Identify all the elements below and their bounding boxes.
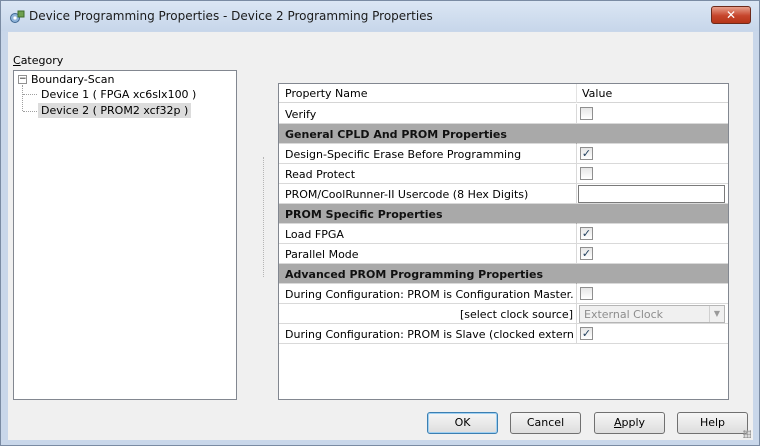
- tree-connector: [22, 85, 23, 111]
- property-name: Parallel Mode: [285, 248, 359, 261]
- column-divider[interactable]: [576, 84, 577, 103]
- property-name: During Configuration: PROM is Slave (clo…: [285, 328, 573, 341]
- property-row[interactable]: PROM/CoolRunner-II Usercode (8 Hex Digit…: [279, 184, 728, 204]
- column-header-property-name[interactable]: Property Name: [285, 87, 368, 100]
- property-name: Read Protect: [285, 168, 356, 181]
- apply-button[interactable]: Apply: [594, 412, 665, 434]
- title-bar[interactable]: Device Programming Properties - Device 2…: [1, 1, 759, 31]
- close-button[interactable]: ✕: [711, 6, 751, 24]
- dialog-client-area: Category − Boundary-Scan Device 1 ( FPGA…: [8, 32, 753, 440]
- property-row[interactable]: [select clock source] External Clock ▼: [279, 304, 728, 324]
- property-checkbox[interactable]: ✓: [580, 227, 593, 240]
- property-row[interactable]: During Configuration: PROM is Slave (clo…: [279, 324, 728, 344]
- property-group-label: General CPLD And PROM Properties: [285, 128, 507, 141]
- property-name: During Configuration: PROM is Configurat…: [285, 288, 573, 301]
- column-divider: [576, 124, 577, 144]
- column-divider: [576, 304, 577, 324]
- gear-chip-icon: [9, 9, 25, 25]
- category-label: Category: [13, 54, 64, 67]
- resize-grip-icon[interactable]: [743, 430, 751, 438]
- property-checkbox[interactable]: ✓: [580, 147, 593, 160]
- column-divider: [576, 324, 577, 344]
- chevron-down-icon[interactable]: ▼: [709, 306, 724, 322]
- column-divider: [576, 284, 577, 304]
- category-tree[interactable]: − Boundary-Scan Device 1 ( FPGA xc6slx10…: [13, 70, 237, 400]
- property-name: Load FPGA: [285, 228, 344, 241]
- column-divider: [576, 164, 577, 184]
- collapse-toggle-icon[interactable]: −: [18, 75, 27, 84]
- property-row[interactable]: Read Protect: [279, 164, 728, 184]
- column-divider: [576, 144, 577, 164]
- tree-item-device-1[interactable]: Device 1 ( FPGA xc6slx100 ): [41, 88, 196, 101]
- property-checkbox[interactable]: [580, 167, 593, 180]
- tree-item-boundary-scan[interactable]: Boundary-Scan: [31, 73, 115, 86]
- column-divider: [576, 224, 577, 244]
- window-title: Device Programming Properties - Device 2…: [29, 9, 433, 23]
- property-group-label: PROM Specific Properties: [285, 208, 443, 221]
- property-row[interactable]: Verify: [279, 104, 728, 124]
- property-name: Verify: [285, 108, 317, 121]
- property-group-row: General CPLD And PROM Properties: [279, 124, 728, 144]
- grid-header: Property Name Value: [279, 84, 728, 103]
- property-name: PROM/CoolRunner-II Usercode (8 Hex Digit…: [285, 188, 529, 201]
- usercode-input[interactable]: [578, 185, 725, 203]
- property-checkbox[interactable]: ✓: [580, 247, 593, 260]
- tree-connector: [23, 111, 37, 112]
- property-row[interactable]: Design-Specific Erase Before Programming…: [279, 144, 728, 164]
- ok-button[interactable]: OK: [427, 412, 498, 434]
- property-group-row: PROM Specific Properties: [279, 204, 728, 224]
- property-name: [select clock source]: [459, 308, 573, 321]
- clock-source-value: External Clock: [584, 308, 664, 321]
- column-header-value[interactable]: Value: [582, 87, 612, 100]
- column-divider: [576, 104, 577, 124]
- tree-item-device-2[interactable]: Device 2 ( PROM2 xcf32p ): [38, 103, 192, 118]
- property-checkbox[interactable]: [580, 287, 593, 300]
- close-icon: ✕: [725, 8, 737, 22]
- property-checkbox[interactable]: ✓: [580, 327, 593, 340]
- property-group-label: Advanced PROM Programming Properties: [285, 268, 543, 281]
- property-group-row: Advanced PROM Programming Properties: [279, 264, 728, 284]
- property-row[interactable]: Load FPGA ✓: [279, 224, 728, 244]
- help-button[interactable]: Help: [677, 412, 748, 434]
- column-divider: [576, 204, 577, 224]
- cancel-button[interactable]: Cancel: [510, 412, 581, 434]
- panel-splitter[interactable]: [263, 157, 267, 277]
- tree-connector: [23, 94, 37, 95]
- dialog-window: Device Programming Properties - Device 2…: [0, 0, 760, 446]
- property-name: Design-Specific Erase Before Programming: [285, 148, 522, 161]
- property-row[interactable]: During Configuration: PROM is Configurat…: [279, 284, 728, 304]
- property-checkbox[interactable]: [580, 107, 593, 120]
- property-grid: Property Name Value Verify General CPLD A…: [278, 83, 729, 400]
- column-divider: [576, 184, 577, 204]
- property-row[interactable]: Parallel Mode ✓: [279, 244, 728, 264]
- clock-source-select[interactable]: External Clock ▼: [579, 305, 725, 323]
- column-divider: [576, 264, 577, 284]
- column-divider: [576, 244, 577, 264]
